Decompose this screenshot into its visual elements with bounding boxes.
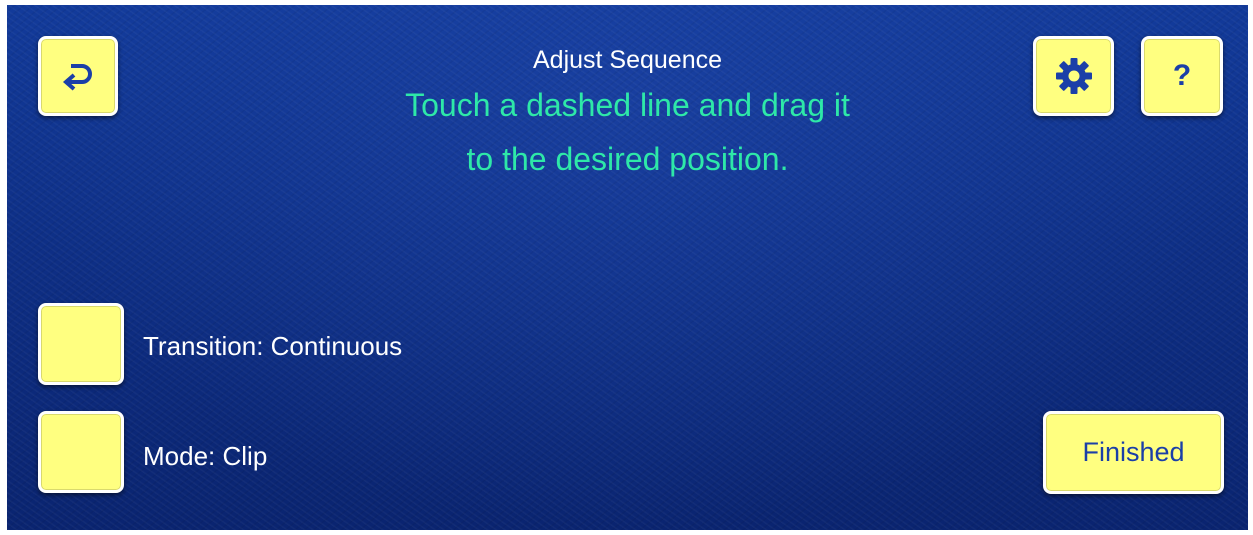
mode-toggle[interactable] — [38, 411, 124, 493]
gear-icon — [1055, 58, 1092, 94]
instruction-line-2: to the desired position. — [466, 141, 789, 177]
mode-label: Mode: Clip — [143, 441, 268, 471]
transition-toggle[interactable] — [38, 303, 124, 385]
settings-button[interactable] — [1033, 36, 1114, 116]
adjust-sequence-screen: Adjust Sequence Touch a dashed line and … — [7, 5, 1248, 530]
finished-button-label: Finished — [1082, 437, 1185, 467]
help-button[interactable]: ? — [1141, 36, 1223, 116]
transition-label: Transition: Continuous — [143, 331, 403, 361]
finished-button[interactable]: Finished — [1043, 411, 1224, 494]
help-icon: ? — [1172, 59, 1192, 92]
